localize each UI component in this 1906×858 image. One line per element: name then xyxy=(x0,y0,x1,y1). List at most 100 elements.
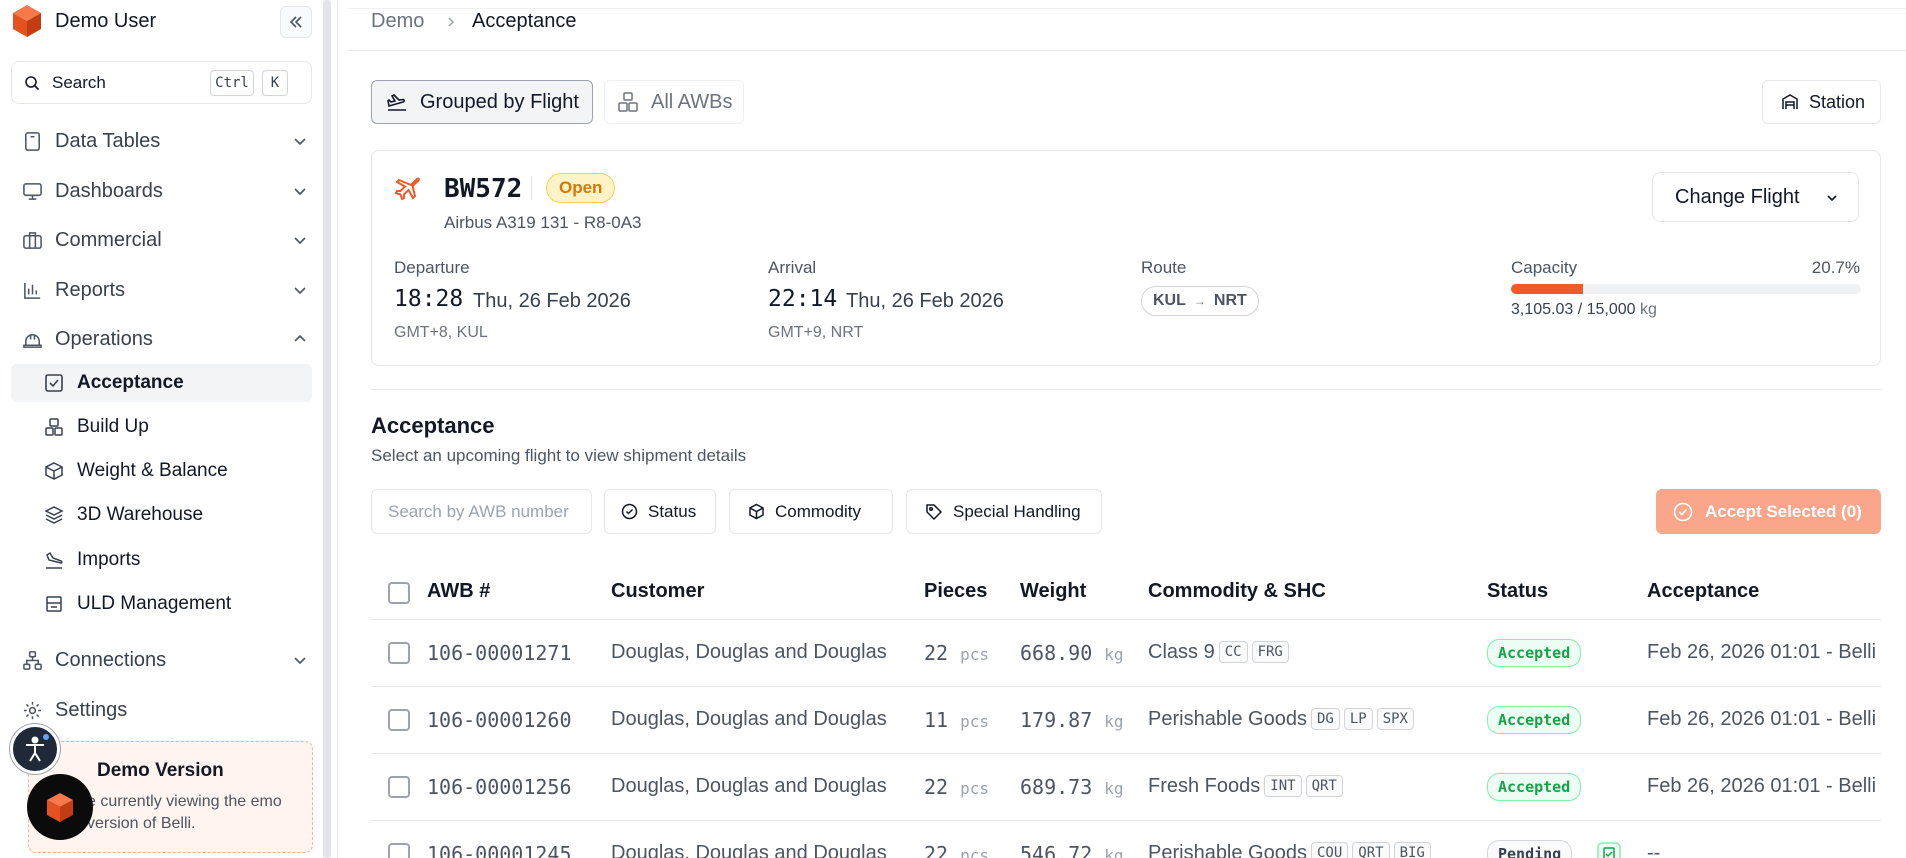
table-row[interactable]: 106-00001271 Douglas, Douglas and Dougla… xyxy=(371,619,1881,686)
capacity-bar xyxy=(1511,284,1861,294)
section-subtitle: Select an upcoming flight to view shipme… xyxy=(371,446,747,465)
monitor-icon xyxy=(23,183,42,200)
clipboard-check-icon[interactable] xyxy=(1597,842,1621,858)
check-circle-icon xyxy=(621,503,638,520)
chevron-right-icon xyxy=(448,17,455,27)
row-checkbox[interactable] xyxy=(388,843,410,858)
sidebar-item-label: Connections xyxy=(55,648,167,671)
sidebar-item-reports[interactable]: Reports xyxy=(11,270,312,310)
accessibility-icon xyxy=(26,734,49,762)
sidebar-item-uld-management[interactable]: ULD Management xyxy=(11,585,312,623)
shc-badge: BIG xyxy=(1393,842,1431,858)
tab-label: Grouped by Flight xyxy=(420,90,579,113)
chevron-down-icon xyxy=(294,138,306,146)
kbd-ctrl: Ctrl xyxy=(210,70,254,96)
user-name[interactable]: Demo User xyxy=(55,10,156,33)
sidebar-item-dashboards[interactable]: Dashboards xyxy=(11,171,312,211)
sidebar-item-label: ULD Management xyxy=(77,593,232,614)
weight-unit: kg xyxy=(1104,712,1124,731)
chevron-down-icon xyxy=(294,287,306,295)
breadcrumb-root[interactable]: Demo xyxy=(371,10,424,33)
chevron-down-icon xyxy=(294,188,306,196)
sidebar-item-weight-balance[interactable]: Weight & Balance xyxy=(11,452,312,490)
departure-time: 18:28 xyxy=(394,286,464,312)
plane-icon xyxy=(394,177,420,201)
commodity-filter-button[interactable]: Commodity xyxy=(729,489,893,534)
awb-number[interactable]: 106-00001260 xyxy=(427,708,572,732)
pieces-value: 22 xyxy=(924,842,949,858)
sidebar-item-data-tables[interactable]: Data Tables xyxy=(11,121,312,161)
column-header-acceptance[interactable]: Acceptance xyxy=(1647,580,1759,603)
sidebar-item-label: Acceptance xyxy=(77,372,184,393)
tablet-icon xyxy=(25,132,40,151)
tab-all-awbs[interactable]: All AWBs xyxy=(604,80,744,124)
awb-number[interactable]: 106-00001245 xyxy=(427,842,572,858)
flight-status-badge: Open xyxy=(546,173,616,203)
shc-badge: CC xyxy=(1218,641,1248,663)
pieces-value: 22 xyxy=(924,641,949,665)
collapse-sidebar-button[interactable] xyxy=(280,6,312,38)
sidebar-item-acceptance[interactable]: Acceptance xyxy=(11,364,312,402)
column-header-status[interactable]: Status xyxy=(1487,580,1548,603)
check-square-icon xyxy=(45,374,63,392)
table-row[interactable]: 106-00001256 Douglas, Douglas and Dougla… xyxy=(371,753,1881,820)
status-badge: Accepted xyxy=(1487,706,1582,734)
sidebar-search[interactable]: Search Ctrl K xyxy=(11,61,312,104)
sidebar-item-commercial[interactable]: Commercial xyxy=(11,220,312,260)
special-handling-filter-button[interactable]: Special Handling xyxy=(906,489,1102,534)
column-header-pieces[interactable]: Pieces xyxy=(924,580,987,603)
column-header-commodity[interactable]: Commodity & SHC xyxy=(1148,580,1326,603)
awb-search-input[interactable]: Search by AWB number xyxy=(371,489,592,534)
sidebar-item-label: Settings xyxy=(55,698,128,721)
row-checkbox[interactable] xyxy=(388,642,410,664)
app-launcher-button[interactable] xyxy=(27,774,93,840)
sidebar-item-build-up[interactable]: Build Up xyxy=(11,408,312,446)
route-origin: KUL xyxy=(1153,292,1186,309)
weight-cell: 689.73 kg xyxy=(1020,775,1124,799)
tab-grouped-by-flight[interactable]: Grouped by Flight xyxy=(371,80,593,124)
pieces-value: 11 xyxy=(924,708,949,732)
status-filter-button[interactable]: Status xyxy=(604,489,716,534)
station-button[interactable]: Station xyxy=(1762,80,1881,124)
accessibility-button[interactable] xyxy=(10,724,60,774)
column-header-awb[interactable]: AWB # xyxy=(427,580,490,603)
station-label: Station xyxy=(1809,91,1866,112)
awb-number[interactable]: 106-00001256 xyxy=(427,775,572,799)
shc-badge: INT xyxy=(1264,775,1302,797)
customer-name: Douglas, Douglas and Douglas xyxy=(611,842,887,858)
table-row[interactable]: 106-00001245 Douglas, Douglas and Dougla… xyxy=(371,820,1881,858)
sidebar-item-label: Build Up xyxy=(77,416,149,437)
sidebar-item-label: Commercial xyxy=(55,228,162,251)
column-header-customer[interactable]: Customer xyxy=(611,580,704,603)
row-checkbox[interactable] xyxy=(388,776,410,798)
column-header-weight[interactable]: Weight xyxy=(1020,580,1086,603)
sidebar-item-3d-warehouse[interactable]: 3D Warehouse xyxy=(11,496,312,534)
package-icon xyxy=(749,503,764,520)
container-icon xyxy=(46,596,62,612)
commodity-name: Perishable Goods xyxy=(1148,708,1307,730)
sidebar-item-operations[interactable]: Operations xyxy=(11,319,312,359)
section-title: Acceptance xyxy=(371,413,495,438)
sidebar-item-imports[interactable]: Imports xyxy=(11,541,312,579)
status-badge: Accepted xyxy=(1487,639,1582,667)
sidebar-item-settings[interactable]: Settings xyxy=(11,690,312,730)
sidebar-scrollbar[interactable] xyxy=(323,0,331,858)
pieces-cell: 22 pcs xyxy=(924,641,989,665)
chevron-down-icon xyxy=(1827,195,1837,202)
route-destination: NRT xyxy=(1213,292,1247,309)
awb-number[interactable]: 106-00001271 xyxy=(427,641,572,665)
kbd-k: K xyxy=(262,70,288,96)
departure-label: Departure xyxy=(394,258,470,277)
weight-value: 179.87 xyxy=(1020,708,1093,732)
change-flight-button[interactable]: Change Flight xyxy=(1652,172,1859,222)
row-checkbox[interactable] xyxy=(388,709,410,731)
pieces-value: 22 xyxy=(924,775,949,799)
arrival-label: Arrival xyxy=(768,258,817,277)
route-label: Route xyxy=(1141,258,1187,277)
accept-selected-button[interactable]: Accept Selected (0) xyxy=(1656,489,1881,534)
select-all-checkbox[interactable] xyxy=(388,582,410,604)
sidebar-item-connections[interactable]: Connections xyxy=(11,640,312,680)
table-row[interactable]: 106-00001260 Douglas, Douglas and Dougla… xyxy=(371,686,1881,753)
chevron-down-icon xyxy=(294,237,306,245)
acceptance-info: Feb 26, 2026 01:01 - Belli xyxy=(1647,708,1877,730)
